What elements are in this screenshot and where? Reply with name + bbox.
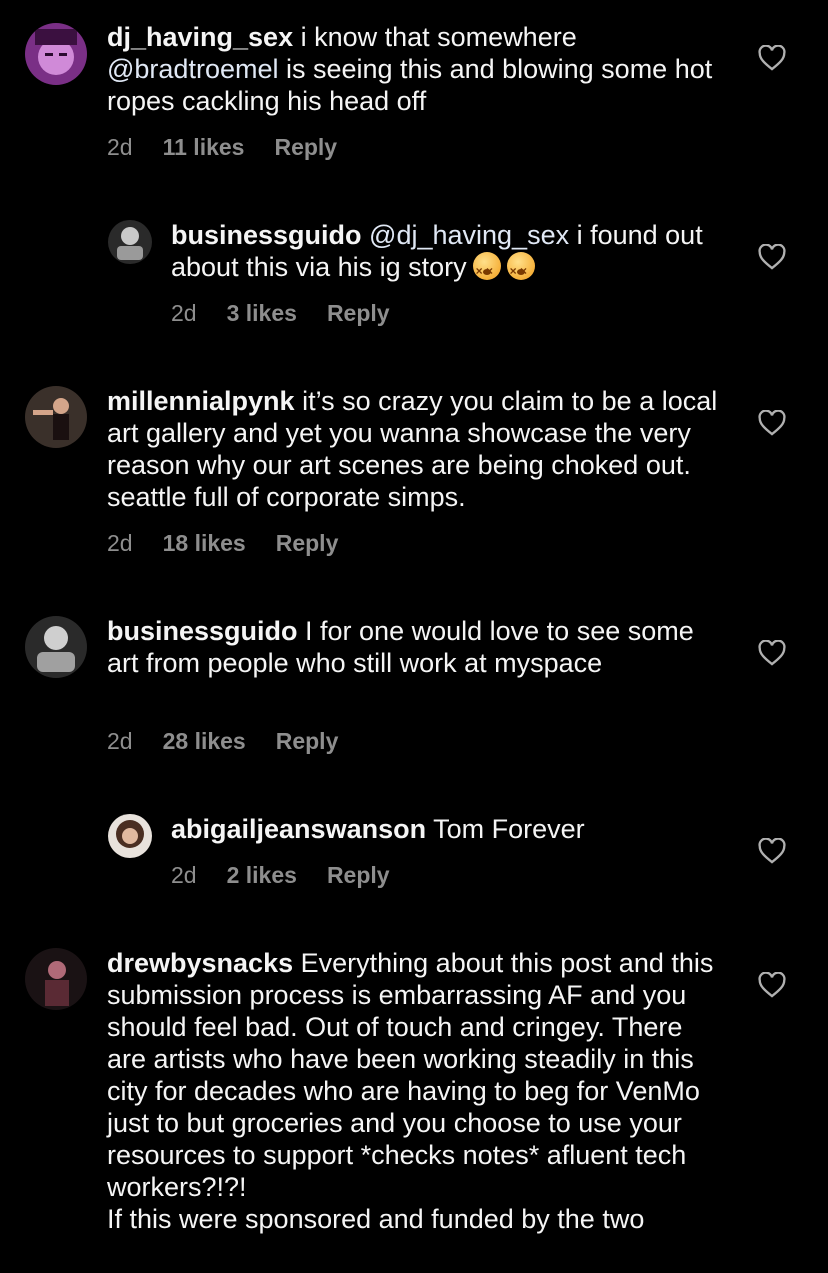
comment-username[interactable]: drewbysnacks xyxy=(107,948,293,978)
comment-text: dj_having_sex i know that somewhere @bra… xyxy=(107,21,727,117)
avatar[interactable] xyxy=(25,948,87,1010)
comment-time: 2d xyxy=(171,300,197,326)
heart-icon[interactable] xyxy=(758,244,786,270)
comment-meta: 2d 3 likes Reply xyxy=(171,300,420,327)
comment-username[interactable]: businessguido xyxy=(171,220,362,250)
heart-icon[interactable] xyxy=(758,45,786,71)
comment-meta: 2d 11 likes Reply xyxy=(107,134,367,161)
comment-body: If this were sponsored and funded by the… xyxy=(107,1204,645,1234)
avatar[interactable] xyxy=(25,386,87,448)
comment-meta: 2d 2 likes Reply xyxy=(171,862,420,889)
comment-time: 2d xyxy=(107,134,133,160)
avatar[interactable] xyxy=(108,814,152,858)
heart-icon[interactable] xyxy=(758,972,786,998)
reply-button[interactable]: Reply xyxy=(274,134,337,161)
comment-time: 2d xyxy=(171,862,197,888)
mention-link[interactable]: @dj_having_sex xyxy=(369,220,569,250)
reply-button[interactable]: Reply xyxy=(327,300,390,327)
heart-icon[interactable] xyxy=(758,838,786,864)
avatar[interactable] xyxy=(25,23,87,85)
avatar[interactable] xyxy=(108,220,152,264)
comment-username[interactable]: millennialpynk xyxy=(107,386,295,416)
reply-button[interactable]: Reply xyxy=(276,728,339,755)
avatar[interactable] xyxy=(25,616,87,678)
comment-body: Everything about this post and this subm… xyxy=(107,948,714,1202)
reply-button[interactable]: Reply xyxy=(327,862,390,889)
comment-username[interactable]: abigailjeanswanson xyxy=(171,814,426,844)
reply-button[interactable]: Reply xyxy=(276,530,339,557)
comment-time: 2d xyxy=(107,530,133,556)
dizzy-face-emoji xyxy=(472,252,501,287)
heart-icon[interactable] xyxy=(758,410,786,436)
comment-text: businessguido @dj_having_sex i found out… xyxy=(171,219,731,287)
heart-icon[interactable] xyxy=(758,640,786,666)
comment-username[interactable]: dj_having_sex xyxy=(107,22,293,52)
comment-text: drewbysnacks Everything about this post … xyxy=(107,947,727,1235)
mention-link[interactable]: @bradtroemel xyxy=(107,54,278,84)
comment-text: abigailjeanswanson Tom Forever xyxy=(171,813,731,845)
likes-count[interactable]: 18 likes xyxy=(163,530,246,557)
dizzy-face-emoji xyxy=(506,252,535,287)
comment-body: i know that somewhere xyxy=(293,22,577,52)
likes-count[interactable]: 3 likes xyxy=(227,300,297,327)
likes-count[interactable]: 28 likes xyxy=(163,728,246,755)
comment-meta: 2d 18 likes Reply xyxy=(107,530,368,557)
comment-body: Tom Forever xyxy=(426,814,585,844)
likes-count[interactable]: 2 likes xyxy=(227,862,297,889)
likes-count[interactable]: 11 likes xyxy=(163,134,245,161)
comment-meta: 2d 28 likes Reply xyxy=(107,728,368,755)
comment-username[interactable]: businessguido xyxy=(107,616,298,646)
comment-text: businessguido I for one would love to se… xyxy=(107,615,727,679)
comment-time: 2d xyxy=(107,728,133,754)
comment-text: millennialpynk it’s so crazy you claim t… xyxy=(107,385,727,513)
